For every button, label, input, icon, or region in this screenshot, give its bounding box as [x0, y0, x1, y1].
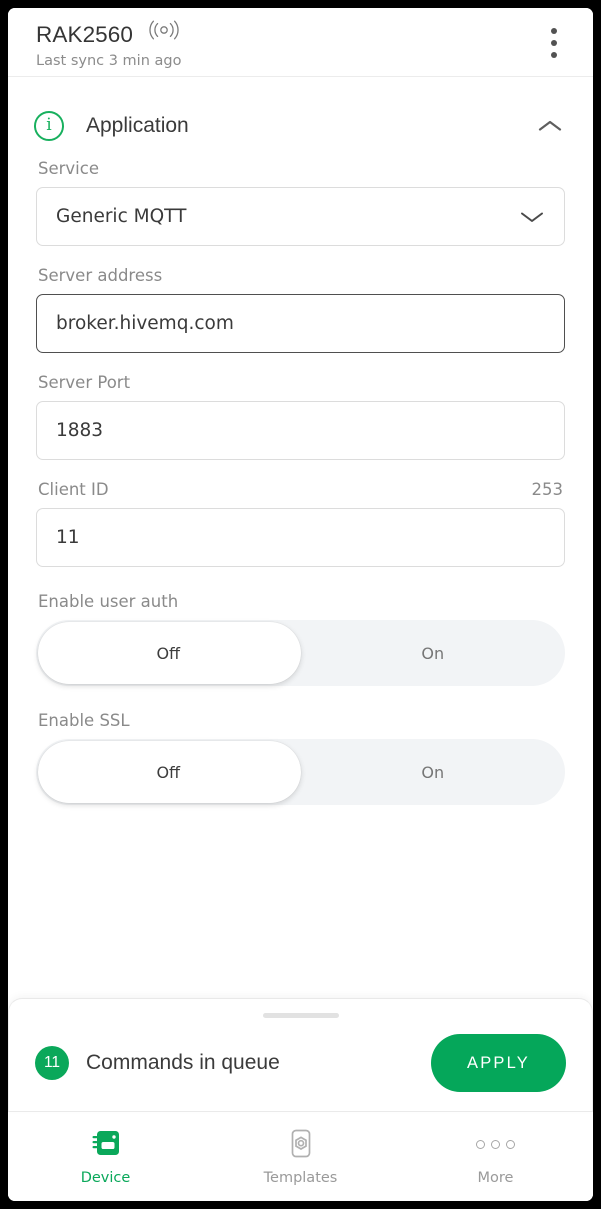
settings-scroll-area[interactable]: i Application Service Generic MQTT Serve…: [8, 77, 593, 998]
section-title: Application: [86, 113, 189, 137]
kebab-dot: [551, 52, 557, 58]
ssl-toggle-on[interactable]: On: [301, 739, 566, 805]
template-nut-icon: [285, 1127, 317, 1161]
queue-label: Commands in queue: [86, 1051, 280, 1074]
phone-screen: RAK2560 Last sync 3 min ago i Applicatio…: [8, 8, 593, 1201]
nav-item-device[interactable]: Device: [8, 1112, 203, 1201]
field-enable-ssl: Enable SSL Off On: [36, 711, 565, 805]
info-glyph: i: [46, 115, 52, 135]
kebab-menu-icon[interactable]: [542, 26, 566, 60]
service-select[interactable]: Generic MQTT: [36, 187, 565, 246]
sheet-drag-handle[interactable]: [262, 1013, 339, 1018]
server-port-value: 1883: [56, 420, 104, 441]
more-dot: [506, 1139, 515, 1149]
nav-item-more[interactable]: More: [398, 1112, 593, 1201]
app-bar-title-row: RAK2560: [36, 20, 569, 48]
device-frame: RAK2560 Last sync 3 min ago i Applicatio…: [0, 0, 601, 1209]
field-server-port-label: Server Port: [38, 373, 131, 392]
field-client-id-label-row: Client ID 253: [36, 480, 565, 508]
field-service-label: Service: [38, 159, 99, 178]
more-dot: [491, 1139, 500, 1149]
service-select-value: Generic MQTT: [56, 206, 187, 227]
field-enable-ssl-label: Enable SSL: [38, 711, 130, 730]
field-server-address-label-row: Server address: [36, 266, 565, 294]
more-dot: [476, 1139, 485, 1149]
user-auth-toggle-on[interactable]: On: [301, 620, 566, 686]
field-service: Service Generic MQTT: [36, 159, 565, 246]
last-sync-text: Last sync 3 min ago: [36, 53, 182, 69]
chevron-up-icon[interactable]: [537, 118, 563, 134]
server-address-value: broker.hivemq.com: [56, 313, 234, 334]
kebab-dot: [551, 28, 557, 34]
device-chip-icon: [89, 1127, 123, 1161]
page-title: RAK2560: [36, 22, 134, 47]
nav-item-templates-label: Templates: [263, 1170, 338, 1186]
user-auth-toggle-off[interactable]: Off: [36, 620, 301, 686]
client-id-input[interactable]: 11: [36, 508, 565, 567]
user-auth-toggle[interactable]: Off On: [36, 620, 565, 686]
server-port-input[interactable]: 1883: [36, 401, 565, 460]
kebab-dot: [551, 40, 557, 46]
application-section-header[interactable]: i Application: [8, 77, 593, 149]
more-dots-icon: [476, 1127, 515, 1161]
field-enable-user-auth-label-row: Enable user auth: [36, 592, 565, 620]
more-dots-group: [476, 1139, 515, 1149]
field-enable-ssl-label-row: Enable SSL: [36, 711, 565, 739]
nav-item-templates[interactable]: Templates: [203, 1112, 398, 1201]
client-id-counter: 253: [531, 480, 564, 499]
chevron-down-icon[interactable]: [519, 209, 545, 225]
application-form: Service Generic MQTT Server address brok…: [8, 159, 593, 805]
field-server-port: Server Port 1883: [36, 373, 565, 460]
ssl-toggle-off[interactable]: Off: [36, 739, 301, 805]
info-circle-icon: i: [34, 110, 64, 141]
sheet-content-row: 11 Commands in queue APPLY: [35, 1034, 566, 1092]
server-address-input[interactable]: broker.hivemq.com: [36, 294, 565, 353]
queue-count-badge: 11: [35, 1046, 69, 1080]
field-server-port-label-row: Server Port: [36, 373, 565, 401]
app-bar: RAK2560 Last sync 3 min ago: [8, 8, 593, 77]
field-service-label-row: Service: [36, 159, 565, 187]
field-server-address-label: Server address: [38, 266, 163, 285]
field-enable-user-auth-label: Enable user auth: [38, 592, 179, 611]
field-enable-user-auth: Enable user auth Off On: [36, 592, 565, 686]
nav-item-device-label: Device: [80, 1170, 131, 1186]
field-server-address: Server address broker.hivemq.com: [36, 266, 565, 353]
bottom-navigation: Device Templates More: [8, 1111, 593, 1201]
ssl-toggle[interactable]: Off On: [36, 739, 565, 805]
commands-bottom-sheet[interactable]: 11 Commands in queue APPLY: [8, 998, 593, 1111]
client-id-value: 11: [56, 527, 80, 548]
signal-waves-icon: [146, 19, 182, 41]
nav-item-more-label: More: [477, 1170, 514, 1186]
field-client-id-label: Client ID: [38, 480, 109, 499]
apply-button[interactable]: APPLY: [431, 1034, 566, 1092]
field-client-id: Client ID 253 11: [36, 480, 565, 567]
